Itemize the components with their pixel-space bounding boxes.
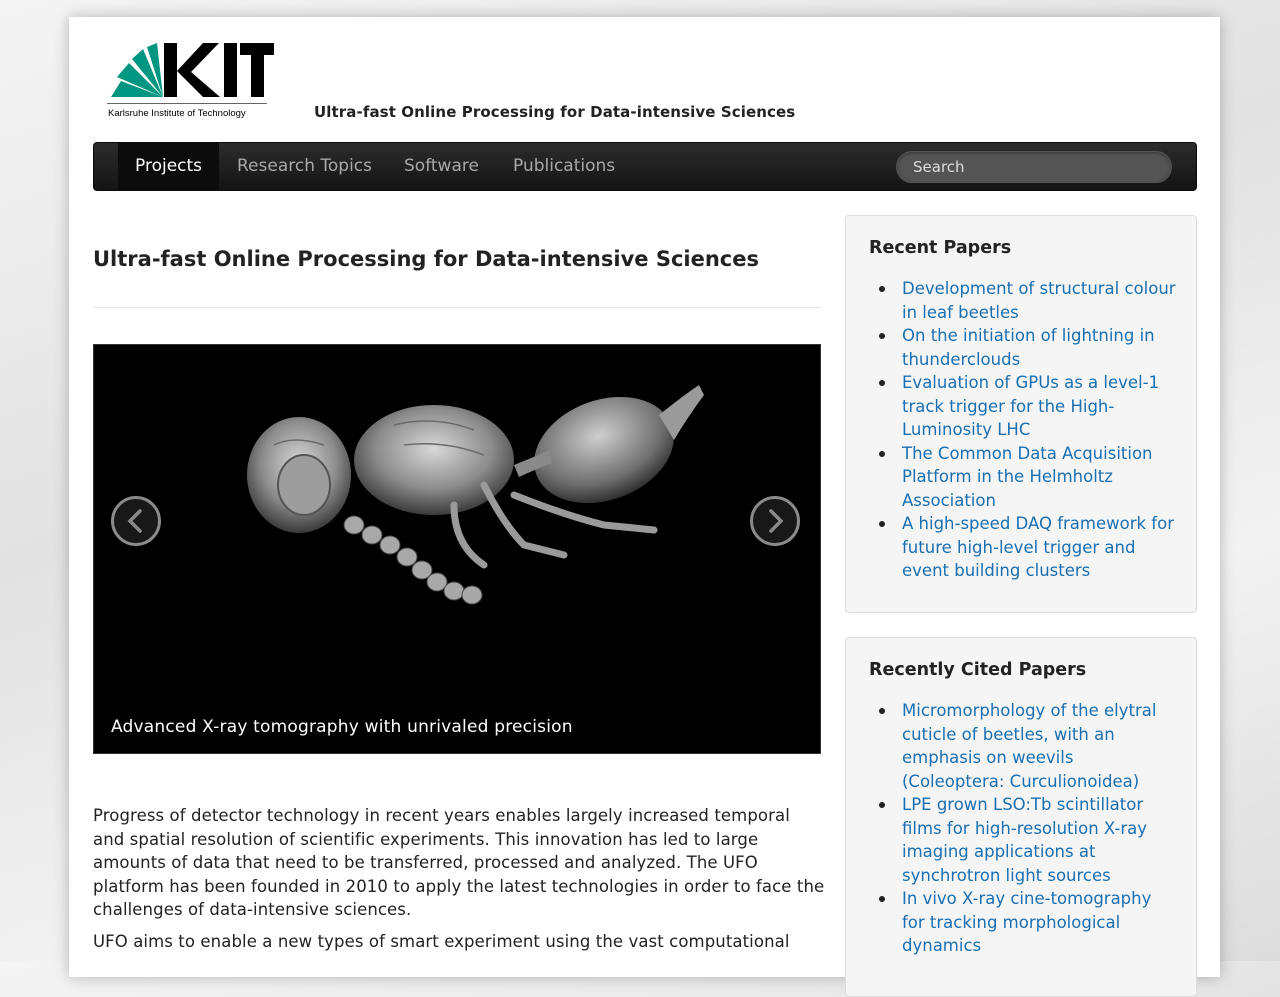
recent-paper-link[interactable]: Evaluation of GPUs as a level-1 track tr…: [879, 371, 1179, 442]
page-container: Karlsruhe Institute of Technology Ultra-…: [69, 17, 1220, 997]
intro-paragraph: Progress of detector technology in recen…: [93, 806, 825, 919]
cited-paper-link[interactable]: In vivo X-ray cine-tomography for tracki…: [879, 887, 1179, 958]
recent-papers-list: Development of structural colour in leaf…: [879, 277, 1179, 583]
recently-cited-panel: Recently Cited Papers Micromorphology of…: [845, 637, 1197, 997]
recent-papers-heading: Recent Papers: [869, 238, 1012, 258]
carousel-prev-button[interactable]: [111, 496, 161, 546]
carousel-caption: Advanced X-ray tomography with unrivaled…: [111, 717, 573, 737]
kit-logo[interactable]: Karlsruhe Institute of Technology: [107, 41, 277, 123]
divider: [93, 307, 821, 308]
search-input[interactable]: Search: [896, 151, 1172, 183]
nav-software[interactable]: Software: [387, 143, 496, 190]
recent-paper-link[interactable]: A high-speed DAQ framework for future hi…: [879, 512, 1179, 583]
nav-research-topics[interactable]: Research Topics: [220, 143, 389, 190]
cited-paper-link[interactable]: Micromorphology of the elytral cuticle o…: [879, 699, 1179, 793]
aims-paragraph: UFO aims to enable a new types of smart …: [93, 932, 790, 951]
recent-paper-link[interactable]: On the initiation of lightning in thunde…: [879, 324, 1179, 371]
site-title: Ultra-fast Online Processing for Data-in…: [314, 103, 796, 121]
wasp-tomography-image: [247, 385, 704, 605]
recent-paper-link[interactable]: Development of structural colour in leaf…: [879, 277, 1179, 324]
recently-cited-heading: Recently Cited Papers: [869, 660, 1087, 680]
image-carousel[interactable]: Advanced X-ray tomography with unrivaled…: [93, 344, 821, 754]
recent-paper-link[interactable]: The Common Data Acquisition Platform in …: [879, 442, 1179, 513]
nav-projects[interactable]: Projects: [118, 143, 220, 190]
nav-publications[interactable]: Publications: [496, 143, 632, 190]
page-title: Ultra-fast Online Processing for Data-in…: [93, 247, 759, 271]
navbar: Projects Research Topics Software Public…: [93, 142, 1197, 191]
logo-subtitle: Karlsruhe Institute of Technology: [108, 108, 246, 119]
recent-papers-panel: Recent Papers Development of structural …: [845, 215, 1197, 613]
chevron-right-icon: [769, 509, 784, 533]
kit-logo-icon: Karlsruhe Institute of Technology: [107, 43, 274, 119]
carousel-next-button[interactable]: [750, 496, 800, 546]
chevron-left-icon: [127, 509, 142, 533]
cited-paper-link[interactable]: LPE grown LSO:Tb scintillator films for …: [879, 793, 1179, 887]
recently-cited-list: Micromorphology of the elytral cuticle o…: [879, 699, 1179, 958]
